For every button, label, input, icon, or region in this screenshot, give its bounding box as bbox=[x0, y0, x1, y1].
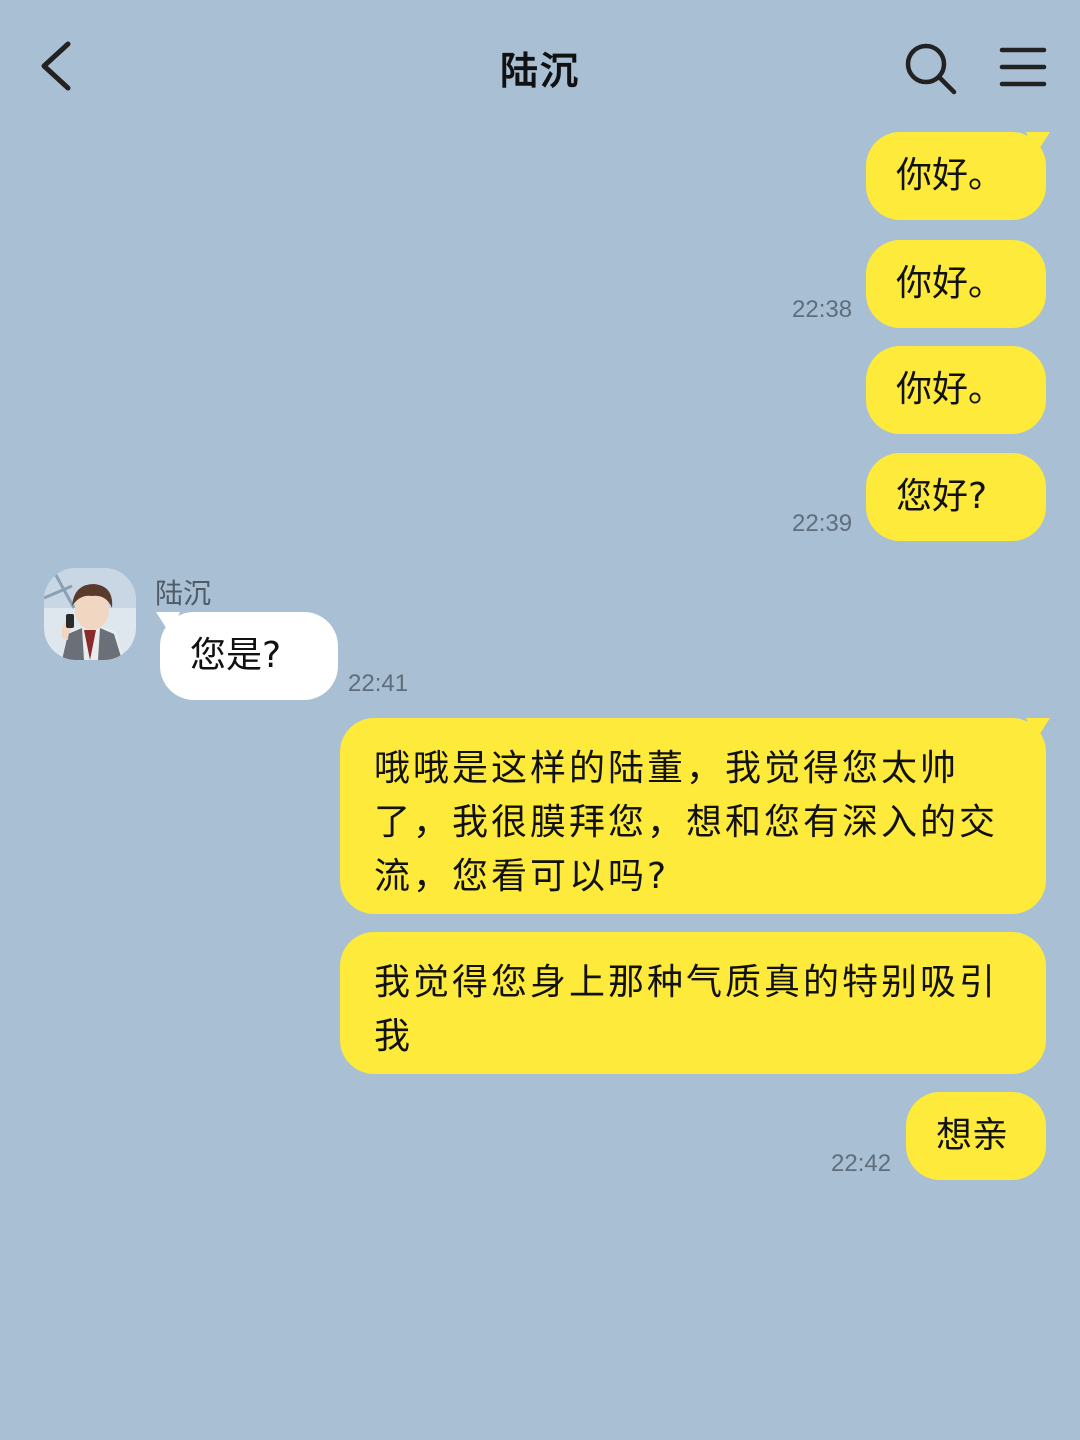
message-bubble-outgoing[interactable]: 你好。 bbox=[866, 240, 1046, 328]
chat-header: 陆沉 bbox=[0, 0, 1080, 130]
message-timestamp: 22:39 bbox=[792, 510, 853, 537]
hamburger-menu-icon[interactable] bbox=[998, 44, 1048, 90]
bubble-tail bbox=[1026, 132, 1050, 154]
message-timestamp: 22:38 bbox=[792, 296, 853, 323]
message-timestamp: 22:42 bbox=[831, 1150, 892, 1177]
message-bubble-outgoing[interactable]: 想亲 bbox=[906, 1092, 1046, 1180]
message-line: 哦哦是这样的陆董，我觉得您太帅 bbox=[374, 748, 960, 789]
message-bubble-outgoing[interactable]: 你好。 bbox=[866, 346, 1046, 434]
message-text: 你好。 bbox=[896, 369, 1005, 410]
contact-avatar[interactable] bbox=[44, 568, 136, 660]
message-line: 我觉得您身上那种气质真的特别吸引 bbox=[374, 962, 999, 1003]
sender-name: 陆沉 bbox=[155, 577, 212, 610]
message-text: 想亲 bbox=[936, 1115, 1009, 1156]
message-bubble-outgoing[interactable]: 我觉得您身上那种气质真的特别吸引 我 bbox=[340, 932, 1046, 1074]
message-text: 你好。 bbox=[896, 155, 1005, 196]
message-bubble-outgoing[interactable]: 哦哦是这样的陆董，我觉得您太帅 了，我很膜拜您，想和您有深入的交 流，您看可以吗… bbox=[340, 718, 1046, 914]
message-line: 我 bbox=[374, 1016, 414, 1057]
search-icon[interactable] bbox=[902, 40, 958, 96]
message-text: 您好? bbox=[896, 476, 988, 517]
message-line: 了，我很膜拜您，想和您有深入的交 bbox=[374, 802, 999, 843]
message-line: 流，您看可以吗? bbox=[374, 856, 670, 897]
message-text: 你好。 bbox=[896, 263, 1005, 304]
message-bubble-incoming[interactable]: 您是? bbox=[160, 612, 338, 700]
message-text: 您是? bbox=[190, 635, 282, 676]
message-bubble-outgoing[interactable]: 您好? bbox=[866, 453, 1046, 541]
avatar-portrait-icon bbox=[44, 568, 136, 660]
bubble-tail bbox=[1026, 718, 1050, 740]
message-timestamp: 22:41 bbox=[348, 670, 409, 697]
message-bubble-outgoing[interactable]: 你好。 bbox=[866, 132, 1046, 220]
bubble-tail bbox=[156, 612, 180, 634]
